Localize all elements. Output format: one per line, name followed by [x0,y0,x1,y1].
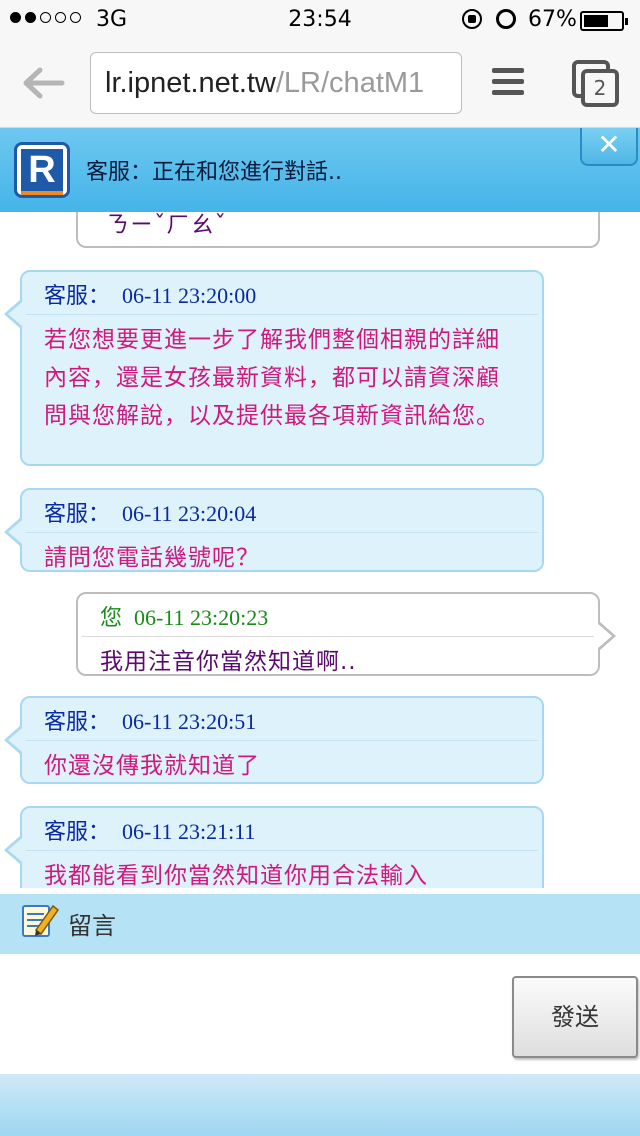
message-text: 我用注音你當然知道啊.. [100,649,357,675]
url-host: lr.ipnet.net.tw [105,67,276,99]
agent-message: 客服： 06-11 23:21:11 我都能看到你當然知道你用合法輸入 [4,806,544,888]
agent-message: 客服： 06-11 23:20:04 請問您電話幾號呢？ [4,488,544,572]
sender-name: 客服： [44,501,111,526]
send-button[interactable]: 發送 [512,976,638,1058]
user-message: 您 06-11 23:20:23 我用注音你當然知道啊.. [76,592,616,676]
sender-name: 您 [100,605,123,630]
message-bubble-partial: ㄋㄧˇㄏㄠˇ [76,212,600,248]
message-list[interactable]: ㄋㄧˇㄏㄠˇ 客服： 06-11 23:20:00 若您想要更進一步了解我們整個相… [0,212,640,888]
message-text: 若您想要更進一步了解我們整個相親的詳細內容，還是女孩最新資料，都可以請資深顧問與… [44,327,500,429]
sender-name: 客服： [44,709,111,734]
back-arrow-icon[interactable] [22,66,66,100]
logo: R [14,142,70,198]
rotation-lock-icon [462,9,482,29]
agent-message: 客服： 06-11 23:20:51 你還沒傳我就知道了 [4,696,544,784]
message-text: 你還沒傳我就知道了 [44,753,260,779]
chat-status-title: 客服：正在和您進行對話.. [86,160,342,185]
alarm-icon [496,9,516,29]
message-text: 我都能看到你當然知道你用合法輸入 [44,863,428,888]
leave-message-label: 留言 [68,912,116,940]
sender-name: 客服： [44,819,111,844]
battery-icon [580,11,628,31]
message-time: 06-11 23:20:51 [122,709,257,734]
notepad-pencil-icon [22,904,60,937]
close-icon[interactable]: ✕ [580,128,638,166]
message-time: 06-11 23:20:23 [134,605,269,630]
address-bar[interactable]: lr.ipnet.net.tw/LR/chatM1 [90,52,462,114]
status-bar: 3G 23:54 67% [0,0,640,40]
footer-bar [0,1074,640,1136]
leave-message-bar[interactable]: 留言 [0,894,640,954]
message-time: 06-11 23:21:11 [122,819,256,844]
agent-message: 客服： 06-11 23:20:00 若您想要更進一步了解我們整個相親的詳細內容，… [4,270,544,466]
message-text: 請問您電話幾號呢？ [44,545,260,571]
chat-header: R 客服：正在和您進行對話.. [0,128,640,212]
battery-percent: 67% [528,7,577,32]
tabs-icon[interactable]: 2 [572,60,620,108]
url-path: /LR/chatM1 [275,67,425,99]
tab-count: 2 [581,69,619,107]
message-time: 06-11 23:20:00 [122,283,257,308]
browser-toolbar: lr.ipnet.net.tw/LR/chatM1 2 [0,40,640,128]
message-text: ㄋㄧˇㄏㄠˇ [106,212,227,238]
sender-name: 客服： [44,283,111,308]
menu-icon[interactable] [492,68,524,101]
message-time: 06-11 23:20:04 [122,501,257,526]
